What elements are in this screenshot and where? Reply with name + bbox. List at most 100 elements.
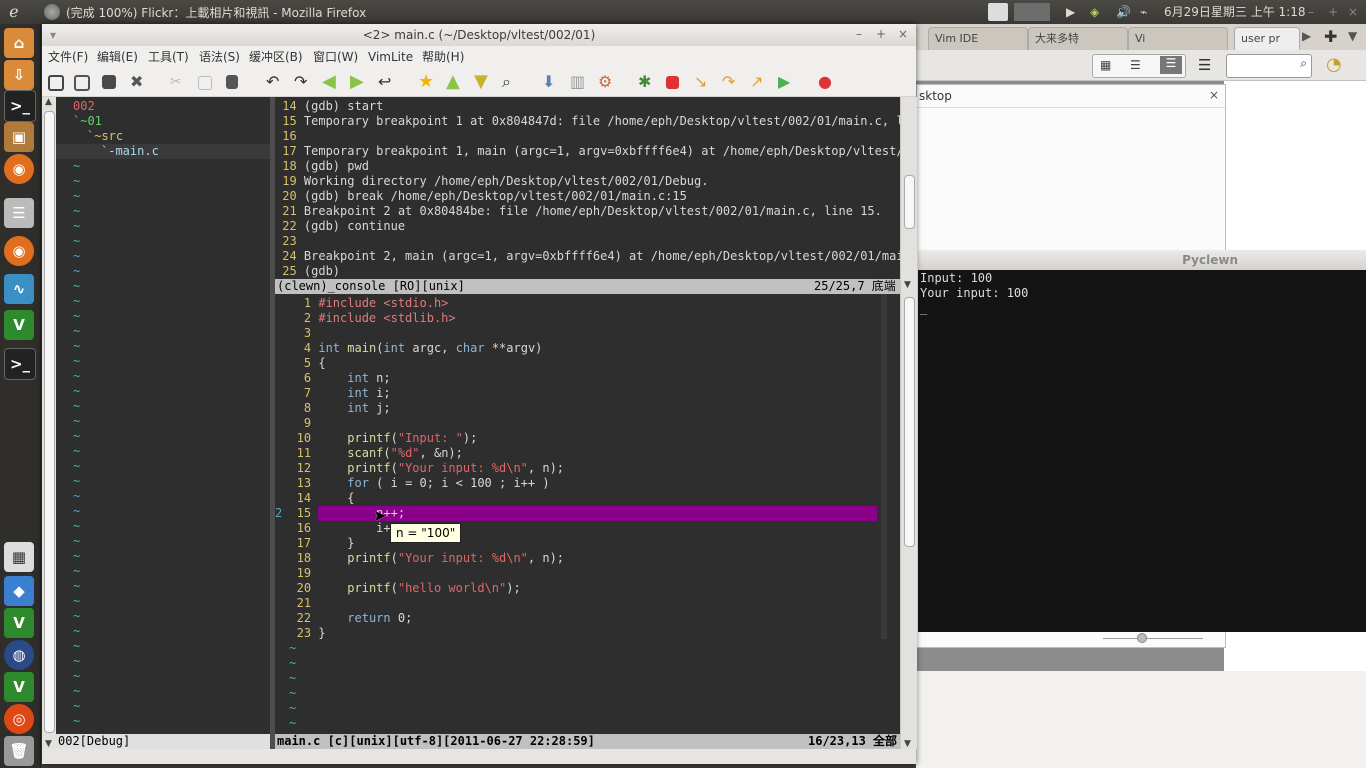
- addon-icon[interactable]: ◔: [1326, 54, 1356, 78]
- menu-buffers[interactable]: 缓冲区(B): [249, 49, 303, 65]
- firefox-icon[interactable]: ◉: [4, 154, 34, 184]
- archive-icon[interactable]: ▣: [4, 122, 34, 152]
- step-over-icon[interactable]: ↷: [722, 73, 740, 91]
- paste-icon[interactable]: [226, 75, 238, 89]
- file-manager-icon[interactable]: ☰: [4, 198, 34, 228]
- build-icon[interactable]: ⬇: [542, 73, 560, 91]
- dialog-close-icon[interactable]: ×: [1209, 88, 1219, 102]
- firefox-icon-2[interactable]: ◉: [4, 236, 34, 266]
- minimize-icon[interactable]: –: [852, 27, 866, 41]
- editor-area[interactable]: 002 `~01 `~src `-main.c ~ ~ ~ ~ ~ ~ ~ ~ ~ ~ ~ ~ ~ ~ ~ ~…: [56, 97, 900, 749]
- tree-workspace[interactable]: 002: [73, 99, 95, 114]
- trash-icon[interactable]: 🗑: [4, 736, 34, 766]
- debug-start-icon[interactable]: ✱: [638, 73, 656, 91]
- menu-vimlite[interactable]: VimLite: [368, 49, 413, 65]
- workspace-tree[interactable]: 002 `~01 `~src `-main.c ~ ~ ~ ~ ~ ~ ~ ~ ~ ~ ~ ~ ~ ~ ~ ~…: [56, 97, 270, 734]
- list-view-icon[interactable]: ☰: [1130, 58, 1141, 72]
- detail-view-icon[interactable]: ☰: [1160, 56, 1182, 74]
- clock[interactable]: 6月29日星期三 上午 1:18: [1164, 3, 1305, 21]
- redo-icon[interactable]: ↷: [294, 73, 312, 91]
- close-icon[interactable]: ×: [896, 27, 910, 41]
- code-editor[interactable]: 1 #include <stdio.h> 2 #include <stdlib.…: [275, 294, 900, 734]
- clean-icon[interactable]: ▥: [570, 73, 588, 91]
- settings-icon[interactable]: ⚙: [598, 73, 616, 91]
- undo-icon[interactable]: ↶: [266, 73, 284, 91]
- debug-stop-icon[interactable]: [666, 76, 679, 89]
- maximize-icon[interactable]: +: [874, 27, 888, 41]
- window-menu-icon[interactable]: ▾: [50, 24, 56, 46]
- menu-icon[interactable]: ☰: [1198, 56, 1211, 74]
- terminal-icon[interactable]: >_: [4, 90, 36, 122]
- home-folder-icon[interactable]: ⌂: [4, 28, 34, 58]
- search-icon[interactable]: ⌕: [1300, 56, 1307, 71]
- continue-icon[interactable]: ▶: [778, 73, 796, 91]
- back-icon[interactable]: ◀: [322, 73, 340, 91]
- vimlite-icon[interactable]: V: [4, 672, 34, 702]
- network-icon[interactable]: ⌁: [1140, 3, 1160, 21]
- horizontal-scrollbar[interactable]: [42, 749, 916, 764]
- prev-bookmark-icon[interactable]: ▲: [446, 73, 464, 91]
- left-scrollbar[interactable]: ▲ ▼: [42, 97, 57, 749]
- close-icon[interactable]: ×: [1348, 3, 1362, 21]
- bookmark-icon[interactable]: ★: [418, 73, 436, 91]
- system-monitor-icon[interactable]: ∿: [4, 274, 34, 304]
- breakpoint-icon[interactable]: ●: [818, 73, 836, 91]
- clewn-console[interactable]: 14 (gdb) start 15 Temporary breakpoint 1…: [275, 97, 900, 280]
- dialog-slider-handle[interactable]: [1137, 633, 1147, 643]
- open-icon[interactable]: [48, 75, 64, 91]
- system-menu-icon[interactable]: ℯ: [4, 2, 24, 22]
- menu-help[interactable]: 帮助(H): [422, 49, 464, 65]
- media-play-icon[interactable]: ▶: [1066, 3, 1084, 21]
- maximize-icon[interactable]: +: [1328, 3, 1342, 21]
- menu-file[interactable]: 文件(F): [48, 49, 88, 65]
- menu-tools[interactable]: 工具(T): [148, 49, 189, 65]
- tab-user[interactable]: user pr: [1234, 27, 1300, 50]
- step-into-icon[interactable]: ↘: [694, 73, 712, 91]
- save-all-icon[interactable]: [74, 75, 90, 91]
- virtualbox-icon[interactable]: ◆: [4, 576, 34, 606]
- console-scroll-thumb[interactable]: [904, 175, 915, 229]
- scroll-up-icon[interactable]: ▲: [45, 97, 52, 107]
- menu-edit[interactable]: 编辑(E): [97, 49, 138, 65]
- find-icon[interactable]: ⌕: [502, 73, 520, 91]
- search-field[interactable]: ⌕: [1226, 54, 1312, 78]
- save-icon[interactable]: [102, 75, 116, 89]
- scroll-down-icon[interactable]: ▼: [45, 739, 52, 749]
- icon-view-icon[interactable]: ▦: [1100, 58, 1111, 72]
- next-bookmark-icon[interactable]: ▼: [474, 73, 492, 91]
- tab-3[interactable]: Vi: [1128, 27, 1228, 50]
- volume-icon[interactable]: 🔊: [1116, 3, 1136, 21]
- calculator-icon[interactable]: ▦: [4, 542, 34, 572]
- gvim-icon[interactable]: V: [4, 608, 34, 638]
- tree-file[interactable]: `-main.c: [101, 144, 159, 159]
- close-buffer-icon[interactable]: ✖: [130, 73, 148, 91]
- scroll-down-icon[interactable]: ▼: [904, 280, 911, 290]
- tab-list-icon[interactable]: ▼: [1348, 29, 1357, 43]
- jump-icon[interactable]: ↩: [378, 73, 396, 91]
- code-scroll-thumb[interactable]: [904, 297, 915, 547]
- terminal-icon-2[interactable]: >_: [4, 348, 36, 380]
- tab-2[interactable]: 大来多特: [1028, 27, 1128, 50]
- scroll-down-icon-2[interactable]: ▼: [904, 739, 911, 749]
- copy-icon[interactable]: [198, 76, 212, 90]
- new-tab-icon[interactable]: ✚: [1324, 27, 1337, 46]
- ubuntu-icon[interactable]: ◎: [4, 704, 34, 734]
- minimize-icon[interactable]: –: [1308, 3, 1322, 21]
- tree-folder[interactable]: `~src: [87, 129, 123, 144]
- left-scroll-thumb[interactable]: [44, 111, 55, 733]
- tab-scroll-right-icon[interactable]: ▶: [1302, 29, 1311, 43]
- menu-window[interactable]: 窗口(W): [313, 49, 358, 65]
- tree-project[interactable]: `~01: [73, 114, 102, 129]
- indicator-app-icon[interactable]: ◈: [1090, 3, 1114, 21]
- step-out-icon[interactable]: ↗: [750, 73, 768, 91]
- forward-icon[interactable]: ▶: [350, 73, 368, 91]
- dialog-slider[interactable]: [1103, 638, 1203, 639]
- right-scrollbar[interactable]: ▼ ▼: [900, 97, 917, 749]
- tab-vim-ide[interactable]: Vim IDE: [928, 27, 1028, 50]
- taskbar-thumbnail[interactable]: [1014, 3, 1050, 21]
- cut-icon[interactable]: ✂: [170, 73, 188, 91]
- globe-icon[interactable]: ◍: [4, 640, 34, 670]
- workspace-switcher-icon[interactable]: [988, 3, 1008, 21]
- menu-syntax[interactable]: 语法(S): [199, 49, 240, 65]
- downloads-icon[interactable]: ⇩: [4, 60, 34, 90]
